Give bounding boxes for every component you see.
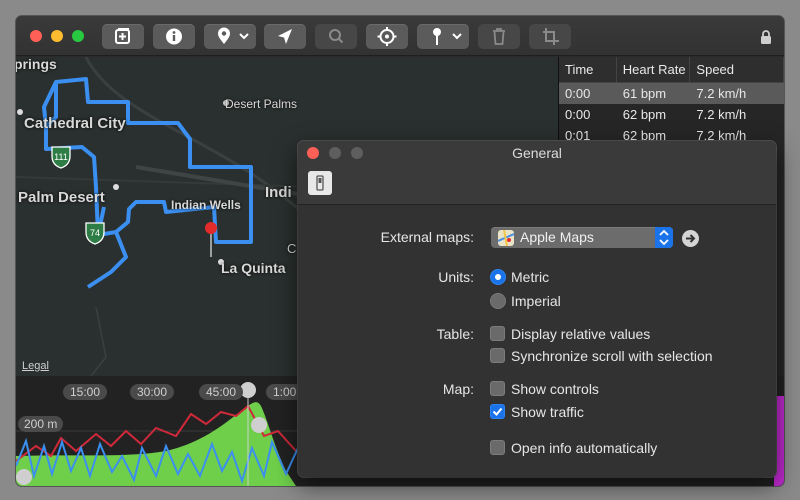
time-tick: 15:00 xyxy=(63,384,108,400)
checkmark-icon xyxy=(492,407,503,416)
synchronize-scroll-checkbox[interactable] xyxy=(490,348,505,363)
search-button[interactable] xyxy=(315,24,357,49)
column-header-heart-rate[interactable]: Heart Rate xyxy=(617,57,691,82)
display-relative-values-label[interactable]: Display relative values xyxy=(511,326,650,342)
legal-link[interactable]: Legal xyxy=(22,360,49,372)
locate-button[interactable] xyxy=(366,24,408,49)
time-tick: 45:00 xyxy=(199,384,244,400)
apple-maps-icon xyxy=(498,230,514,246)
begin-marker xyxy=(16,469,32,485)
route-shield-111: 111 xyxy=(51,146,71,169)
close-window-button[interactable] xyxy=(30,30,42,42)
zoom-window-button[interactable] xyxy=(72,30,84,42)
lock-icon[interactable] xyxy=(760,29,772,44)
column-header-time[interactable]: Time xyxy=(559,57,617,82)
add-photo-icon xyxy=(115,28,130,44)
units-label: Units: xyxy=(438,269,474,285)
place-label: Indian Wells xyxy=(171,198,241,212)
place-label: Palm Desert xyxy=(18,189,105,206)
arrow-right-circle-icon xyxy=(686,234,696,243)
tab-general[interactable] xyxy=(308,171,332,195)
imperial-radio[interactable] xyxy=(490,293,506,309)
show-controls-checkbox[interactable] xyxy=(490,381,505,396)
shield-111-text: 111 xyxy=(54,152,68,162)
open-info-automatically-checkbox[interactable] xyxy=(490,440,505,455)
map-label: Map: xyxy=(442,381,474,397)
cell-speed: 7.2 km/h xyxy=(696,107,747,122)
metric-radio[interactable] xyxy=(490,269,506,285)
location-marker xyxy=(251,417,267,433)
crop-button[interactable] xyxy=(529,24,571,49)
navigate-button[interactable] xyxy=(264,24,306,49)
toolbar xyxy=(16,16,784,56)
shield-74-text: 74 xyxy=(90,228,100,238)
cell-heart-rate: 61 bpm xyxy=(622,86,667,101)
imperial-option-label[interactable]: Imperial xyxy=(511,293,561,309)
external-maps-popup[interactable]: Apple Maps xyxy=(491,227,673,248)
up-down-chevron-icon xyxy=(659,229,669,246)
minimize-window-button[interactable] xyxy=(51,30,63,42)
location-pin-icon xyxy=(218,27,249,44)
place-label: La Quinta xyxy=(221,260,286,276)
place-label: Indi xyxy=(265,184,292,201)
add-photo-button[interactable] xyxy=(102,24,144,49)
external-maps-value: Apple Maps xyxy=(520,229,594,245)
trash-icon xyxy=(493,28,505,45)
display-relative-values-checkbox[interactable] xyxy=(490,326,505,341)
cell-time: 0:00 xyxy=(565,107,591,122)
cell-speed: 7.2 km/h xyxy=(696,86,747,101)
external-maps-label: External maps: xyxy=(380,229,474,245)
place-label: Desert Palms xyxy=(225,97,298,111)
column-header-speed[interactable]: Speed xyxy=(690,57,784,82)
place-label: C xyxy=(287,241,297,256)
table-label: Table: xyxy=(436,326,474,342)
route-shield-74: 74 xyxy=(85,222,105,245)
table-header: Time Heart Rate Speed xyxy=(559,57,784,83)
pin-menu-button[interactable] xyxy=(417,24,469,49)
delete-button[interactable] xyxy=(478,24,520,49)
place-label: Cathedral City xyxy=(24,115,126,132)
cell-heart-rate: 62 bpm xyxy=(622,107,667,122)
place-label: prings xyxy=(16,57,57,72)
table-row[interactable]: 0:00 62 bpm 7.2 km/h xyxy=(559,104,784,125)
cell-time: 0:00 xyxy=(565,86,591,101)
magnifier-icon xyxy=(329,29,344,44)
preferences-window: General External maps: Apple Maps Units:… xyxy=(298,141,776,477)
crop-icon xyxy=(543,28,559,45)
preferences-title: General xyxy=(512,145,562,161)
show-traffic-checkbox[interactable] xyxy=(490,404,505,419)
preferences-titlebar: General xyxy=(298,141,776,205)
table-row[interactable]: 0:00 61 bpm 7.2 km/h xyxy=(559,83,784,104)
show-controls-label[interactable]: Show controls xyxy=(511,381,599,397)
show-traffic-label[interactable]: Show traffic xyxy=(511,404,584,420)
switch-icon xyxy=(316,175,324,191)
metric-option-label[interactable]: Metric xyxy=(511,269,549,285)
info-icon xyxy=(166,28,182,45)
location-menu-button[interactable] xyxy=(204,24,256,49)
popup-arrows xyxy=(655,227,673,248)
open-external-map-button[interactable] xyxy=(682,230,699,247)
elevation-tick: 200 m xyxy=(18,416,64,432)
crosshair-icon xyxy=(377,27,397,46)
map-pin-icon xyxy=(433,28,462,45)
open-info-automatically-label[interactable]: Open info automatically xyxy=(511,440,657,456)
info-button[interactable] xyxy=(153,24,195,49)
map-marker-pin[interactable] xyxy=(205,222,217,234)
navigate-arrow-icon xyxy=(278,29,292,44)
synchronize-scroll-label[interactable]: Synchronize scroll with selection xyxy=(511,348,713,364)
time-tick: 30:00 xyxy=(130,384,175,400)
